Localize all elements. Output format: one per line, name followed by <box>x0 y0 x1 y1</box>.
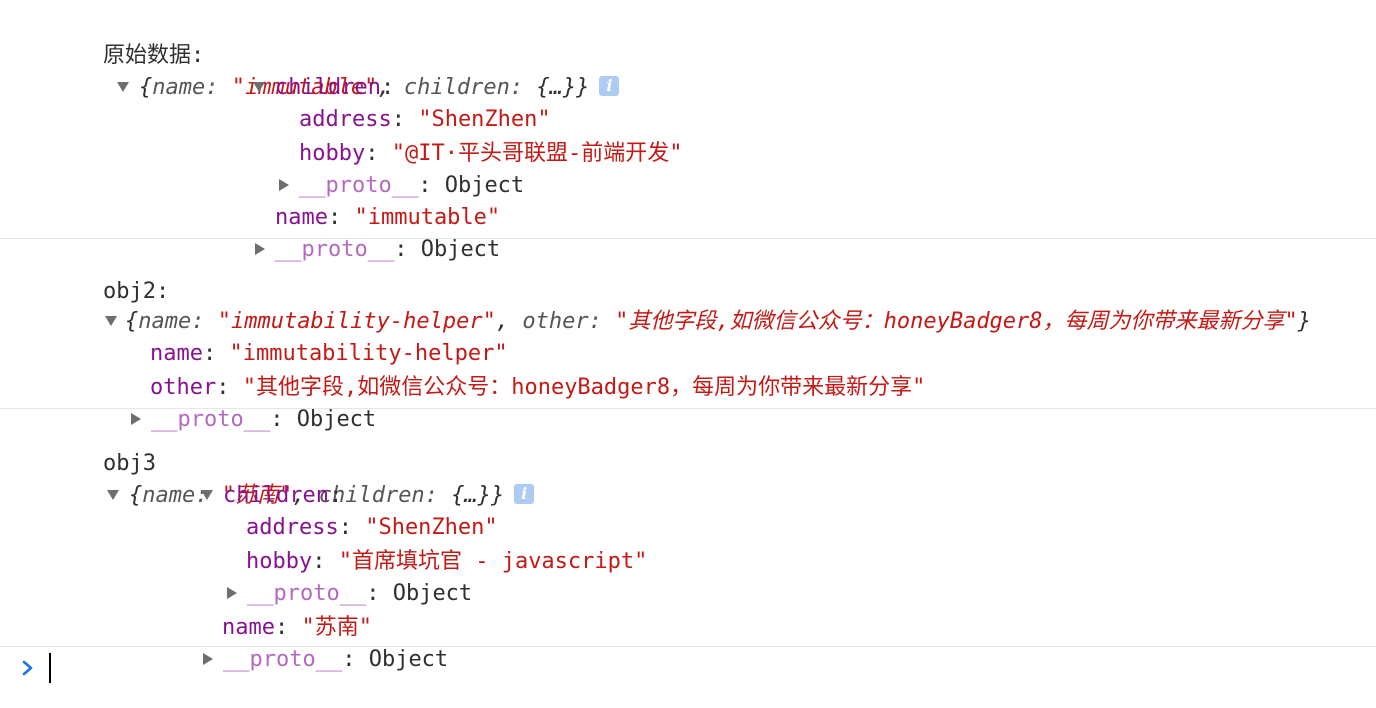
tree-row[interactable]: __proto__: Object <box>150 612 448 672</box>
tree-row: other: "其他字段,如微信公众号：honeyBadger8，每周为你带来最… <box>149 375 926 400</box>
collapse-triangle-icon[interactable] <box>202 652 213 665</box>
info-icon[interactable]: i <box>599 76 620 96</box>
preview-value: "其他字段,如微信公众号：honeyBadger8，每周为你带来最新分享" <box>615 309 1298 334</box>
tree-row[interactable]: __proto__: Object <box>226 138 524 198</box>
console-input-caret[interactable] <box>49 653 51 683</box>
tree-row: name: "immutable" <box>274 205 501 230</box>
preview-brace: { <box>138 75 153 100</box>
expand-triangle-icon[interactable] <box>116 81 129 92</box>
message-divider <box>0 238 1376 239</box>
proto-key: __proto__ <box>222 647 343 672</box>
preview-brace: { <box>128 483 143 508</box>
message-divider <box>0 646 1376 647</box>
message-divider <box>0 408 1376 409</box>
tree-row: address: "ShenZhen" <box>298 107 551 132</box>
log2-label-row: obj2: <box>50 244 169 304</box>
tree-row[interactable]: __proto__: Object <box>78 372 376 432</box>
tree-row: name: "immutability-helper" <box>149 341 508 366</box>
devtools-console: 原始数据: {name: "immutable", children: {…}}… <box>0 0 1376 706</box>
collapse-triangle-icon[interactable] <box>254 242 265 255</box>
log1-row: 原始数据: {name: "immutable", children: {…}}… <box>50 8 620 100</box>
proto-value: Object <box>420 237 501 262</box>
proto-value: Object <box>368 647 449 672</box>
tree-row: hobby: "首席填坑官 - javascript" <box>245 549 648 574</box>
preview-key: name <box>152 75 206 100</box>
preview-key: other <box>522 309 589 334</box>
tree-row[interactable]: __proto__: Object <box>202 202 500 262</box>
tree-row: name: "苏南" <box>221 615 372 640</box>
preview-brace: } <box>576 75 590 100</box>
tree-row[interactable]: children: <box>200 40 394 100</box>
preview-brace: } <box>1297 309 1312 334</box>
tree-row[interactable]: __proto__: Object <box>174 546 472 606</box>
proto-value: Object <box>392 581 473 606</box>
tree-row: address: "ShenZhen" <box>245 515 498 540</box>
log2-row[interactable]: {name: "immutability-helper", other: "其他… <box>52 274 1311 334</box>
log3-row: obj3 {name: "苏南", children: {…}} i <box>50 416 535 508</box>
prompt-chevron-icon <box>22 660 33 676</box>
proto-key: __proto__ <box>274 237 395 262</box>
tree-row[interactable]: children: <box>148 448 342 508</box>
expand-triangle-icon[interactable] <box>106 489 119 500</box>
log1-label: 原始数据: <box>102 43 205 68</box>
tree-row: hobby: "@IT·平头哥联盟-前端开发" <box>298 141 683 166</box>
info-icon[interactable]: i <box>514 484 535 504</box>
